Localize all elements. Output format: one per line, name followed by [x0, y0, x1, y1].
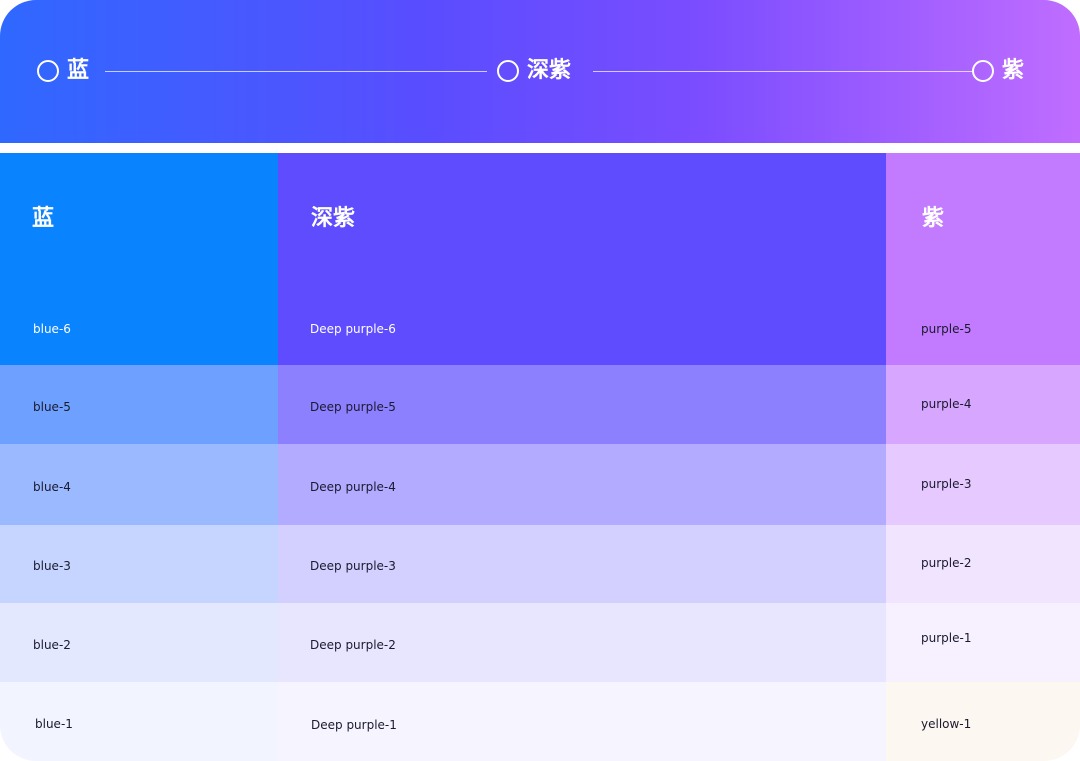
- swatch-label: Deep purple-3: [310, 559, 396, 573]
- swatch-label: Deep purple-2: [310, 638, 396, 652]
- swatch-label: yellow-1: [921, 717, 972, 731]
- column-purple: 紫 purple-5 purple-4 purple-3 purple-2 pu…: [886, 153, 1080, 761]
- swatch-deep-purple-6: 深紫 Deep purple-6: [278, 153, 886, 365]
- swatch-label: blue-4: [33, 480, 71, 494]
- circle-icon: [37, 60, 59, 82]
- swatch-purple-2: purple-2: [886, 525, 1080, 603]
- swatch-label: purple-4: [921, 397, 972, 411]
- step-purple: 紫: [972, 58, 1024, 84]
- swatch-label: purple-3: [921, 477, 972, 491]
- swatch-blue-3: blue-3: [0, 525, 278, 603]
- swatch-label: blue-1: [35, 717, 73, 731]
- step-label: 蓝: [67, 58, 90, 83]
- swatch-label: blue-3: [33, 559, 71, 573]
- swatch-label: purple-5: [921, 322, 972, 336]
- swatch-deep-purple-3: Deep purple-3: [278, 525, 886, 603]
- swatch-yellow-1: yellow-1: [886, 682, 1080, 761]
- swatch-label: Deep purple-1: [311, 718, 397, 732]
- column-blue: 蓝 blue-6 blue-5 blue-4 blue-3 blue-2 blu…: [0, 153, 278, 761]
- swatch-purple-1: purple-1: [886, 603, 1080, 682]
- swatch-label: Deep purple-5: [310, 400, 396, 414]
- swatch-label: blue-6: [33, 322, 71, 336]
- circle-icon: [972, 60, 994, 82]
- swatch-blue-4: blue-4: [0, 444, 278, 525]
- connector-line: [105, 71, 487, 72]
- column-title: 蓝: [32, 206, 55, 231]
- swatch-label: blue-2: [33, 638, 71, 652]
- palette-card: 蓝 深紫 紫 蓝 blue-6 blue-5 blue-4 blue-3 blu…: [0, 0, 1080, 761]
- swatch-label: Deep purple-6: [310, 322, 396, 336]
- swatch-label: purple-2: [921, 556, 972, 570]
- swatch-deep-purple-4: Deep purple-4: [278, 444, 886, 525]
- step-label: 紫: [1002, 58, 1025, 83]
- step-deep-purple: 深紫: [497, 58, 571, 84]
- column-deep-purple: 深紫 Deep purple-6 Deep purple-5 Deep purp…: [278, 153, 886, 761]
- swatch-purple-3: purple-3: [886, 444, 1080, 525]
- circle-icon: [497, 60, 519, 82]
- swatch-purple-4: purple-4: [886, 365, 1080, 444]
- column-title: 深紫: [311, 206, 356, 231]
- connector-line: [593, 71, 972, 72]
- column-title: 紫: [922, 206, 945, 231]
- swatch-deep-purple-1: Deep purple-1: [278, 682, 886, 761]
- swatch-label: purple-1: [921, 631, 972, 645]
- swatch-purple-5: 紫 purple-5: [886, 153, 1080, 365]
- step-label: 深紫: [527, 58, 572, 83]
- step-blue: 蓝: [37, 58, 89, 84]
- swatch-label: Deep purple-4: [310, 480, 396, 494]
- swatch-deep-purple-5: Deep purple-5: [278, 365, 886, 444]
- swatch-label: blue-5: [33, 400, 71, 414]
- swatch-blue-5: blue-5: [0, 365, 278, 444]
- swatch-blue-6: 蓝 blue-6: [0, 153, 278, 365]
- swatch-blue-2: blue-2: [0, 603, 278, 682]
- swatch-blue-1: blue-1: [0, 682, 278, 761]
- swatch-deep-purple-2: Deep purple-2: [278, 603, 886, 682]
- header-bar: 蓝 深紫 紫: [0, 0, 1080, 143]
